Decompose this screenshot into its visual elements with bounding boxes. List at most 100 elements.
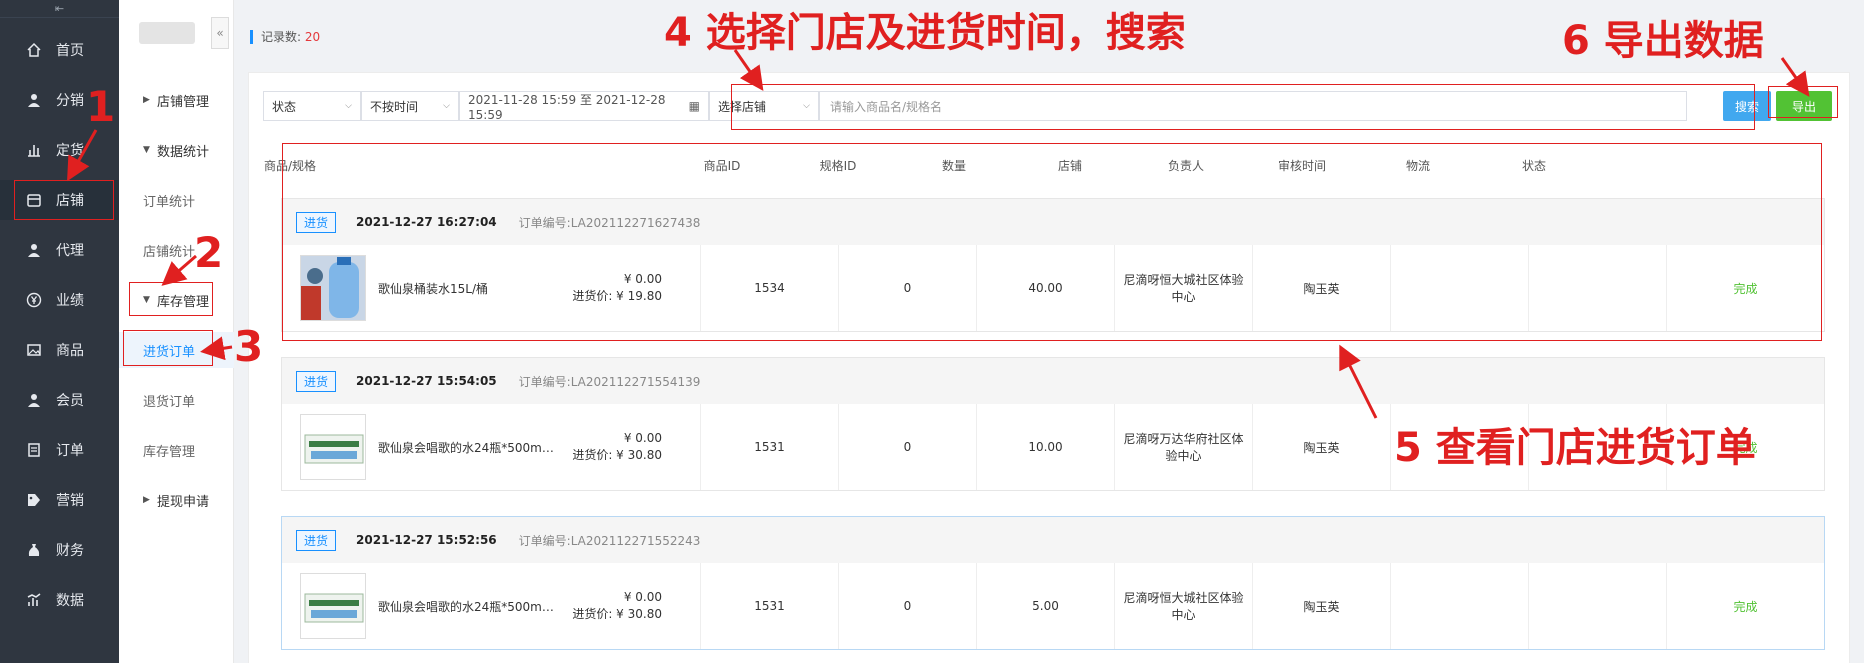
nav-item-label: 首页 [56, 43, 84, 59]
nav-item-orders[interactable]: 订单 [0, 430, 119, 470]
order-card: 进货 2021-12-27 15:52:56 订单编号:LA2021122715… [281, 516, 1825, 650]
product-name: 歌仙泉会唱歌的水24瓶*500ml/箱 [378, 440, 556, 455]
subnav-purchase-orders[interactable]: 进货订单 [119, 332, 234, 368]
purchase-price: 进货价: ¥ 30.80 [572, 448, 662, 462]
order-time: 2021-12-27 16:27:04 [356, 215, 497, 229]
manager-cell: 陶玉英 [1253, 404, 1391, 490]
subnav-label: 库存管理 [143, 444, 196, 460]
image-icon [26, 342, 42, 358]
collapse-subnav-icon[interactable]: « [211, 17, 229, 49]
stats-icon [26, 592, 42, 608]
product-price: ¥ 0.00 [623, 431, 662, 445]
search-input[interactable]: 请输入商品名/规格名 [819, 91, 1687, 121]
document-icon [26, 442, 42, 458]
col-qty: 数量 [941, 158, 966, 173]
annotation-step-4: 4 选择门店及进货时间，搜索 [664, 10, 1186, 56]
logistics-cell [1529, 563, 1667, 649]
filter-bar: 状态 ⌵ 不按时间 ⌵ 2021-11-28 15:59 至 2021-12-2… [263, 91, 1687, 122]
col-status: 状态 [1521, 158, 1546, 173]
product-id-cell: 1534 [701, 245, 839, 331]
review-time-cell [1391, 563, 1529, 649]
nav-item-label: 订单 [56, 443, 84, 459]
nav-item-label: 店铺 [56, 193, 84, 209]
table-row[interactable]: 歌仙泉桶装水15L/桶 ¥ 0.00 进货价: ¥ 19.80 1534 0 4… [282, 245, 1824, 331]
order-number: 订单编号:LA202112271627438 [518, 215, 701, 230]
sub-nav: « ▶ 店铺管理 ▼ 数据统计 订单统计 店铺统计 ▼ 库存管理 进货订单 退货… [119, 0, 234, 663]
qty-cell: 10.00 [977, 404, 1115, 490]
date-range-value: 2021-11-28 15:59 至 2021-12-28 15:59 [468, 92, 666, 122]
status-select-value: 状态 [272, 99, 297, 114]
subnav-store-management[interactable]: ▶ 店铺管理 [119, 82, 234, 118]
chevron-down-icon: ⌵ [345, 101, 352, 111]
subnav-stock-management[interactable]: 库存管理 [119, 432, 234, 468]
money-bag-icon [26, 542, 42, 558]
tag-icon [26, 492, 42, 508]
nav-item-label: 定货 [56, 143, 84, 159]
nav-item-label: 营销 [56, 493, 84, 509]
search-button[interactable]: 搜索 [1723, 91, 1771, 121]
subnav-withdrawal[interactable]: ▶ 提现申请 [119, 482, 234, 518]
col-manager: 负责人 [1167, 158, 1204, 173]
record-count: 记录数: 20 [250, 30, 320, 44]
time-mode-select[interactable]: 不按时间 ⌵ [361, 91, 459, 121]
nav-item-data[interactable]: 数据 [0, 580, 119, 620]
order-type-badge: 进货 [296, 370, 337, 392]
nav-item-products[interactable]: 商品 [0, 330, 119, 370]
nav-item-marketing[interactable]: 营销 [0, 480, 119, 520]
status-select[interactable]: 状态 ⌵ [263, 91, 361, 121]
calendar-icon: ▦ [688, 99, 700, 113]
nav-item-label: 业绩 [56, 293, 84, 309]
order-time: 2021-12-27 15:52:56 [356, 533, 497, 547]
col-product: 商品/规格 [264, 158, 317, 173]
subnav-label: 数据统计 [157, 144, 210, 160]
order-time: 2021-12-27 15:54:05 [356, 374, 497, 388]
order-type-badge: 进货 [296, 211, 337, 233]
col-product-id: 商品ID [703, 158, 741, 173]
time-mode-value: 不按时间 [370, 99, 419, 114]
product-name: 歌仙泉会唱歌的水24瓶*500ml/箱 [378, 599, 556, 614]
nav-item-ordering[interactable]: 定货 [0, 130, 119, 170]
product-id-cell: 1531 [701, 563, 839, 649]
spec-id-cell: 0 [839, 404, 977, 490]
store-cell: 尼滴呀万达华府社区体验中心 [1115, 404, 1253, 490]
product-thumbnail [300, 255, 366, 321]
product-thumbnail [300, 573, 366, 639]
order-card: 进货 2021-12-27 16:27:04 订单编号:LA2021122716… [281, 198, 1825, 332]
product-prices: ¥ 0.00 进货价: ¥ 30.80 [558, 430, 662, 464]
spec-id-cell: 0 [839, 563, 977, 649]
product-cell: 歌仙泉会唱歌的水24瓶*500ml/箱 ¥ 0.00 进货价: ¥ 30.80 [282, 563, 701, 649]
nav-item-finance[interactable]: 财务 [0, 530, 119, 570]
product-price: ¥ 0.00 [623, 272, 662, 286]
export-button[interactable]: 导出 [1776, 91, 1832, 121]
caret-down-icon: ▼ [143, 145, 150, 155]
store-cell: 尼滴呀恒大城社区体验中心 [1115, 563, 1253, 649]
subnav-return-orders[interactable]: 退货订单 [119, 382, 234, 418]
collapse-menu-icon[interactable]: ⇤ [0, 0, 119, 18]
product-id-cell: 1531 [701, 404, 839, 490]
subnav-order-stats[interactable]: 订单统计 [119, 182, 234, 218]
order-header: 进货 2021-12-27 15:52:56 订单编号:LA2021122715… [282, 517, 1824, 563]
nav-item-home[interactable]: 首页 [0, 30, 119, 70]
subnav-label: 库存管理 [157, 294, 210, 310]
table-row[interactable]: 歌仙泉会唱歌的水24瓶*500ml/箱 ¥ 0.00 进货价: ¥ 30.80 … [282, 563, 1824, 649]
store-logo [139, 22, 195, 44]
subnav-data-stats[interactable]: ▼ 数据统计 [119, 132, 234, 168]
nav-item-label: 会员 [56, 393, 84, 409]
qty-cell: 40.00 [977, 245, 1115, 331]
store-select[interactable]: 选择店铺 ⌵ [709, 91, 819, 121]
subnav-label: 退货订单 [143, 394, 196, 410]
nav-item-performance[interactable]: 业绩 [0, 280, 119, 320]
store-select-value: 选择店铺 [718, 99, 767, 114]
subnav-inventory[interactable]: ▼ 库存管理 [119, 282, 234, 318]
product-price: ¥ 0.00 [623, 590, 662, 604]
manager-cell: 陶玉英 [1253, 563, 1391, 649]
col-store: 店铺 [1057, 158, 1082, 173]
nav-item-store[interactable]: 店铺 [0, 180, 119, 220]
nav-item-agent[interactable]: 代理 [0, 230, 119, 270]
annotation-step-3: 3 [234, 322, 264, 371]
product-cell: 歌仙泉桶装水15L/桶 ¥ 0.00 进货价: ¥ 19.80 [282, 245, 701, 331]
nav-item-members[interactable]: 会员 [0, 380, 119, 420]
record-count-label: 记录数: [261, 30, 302, 44]
date-range-picker[interactable]: 2021-11-28 15:59 至 2021-12-28 15:59 ▦ [459, 91, 709, 122]
subnav-label: 店铺管理 [157, 94, 210, 110]
